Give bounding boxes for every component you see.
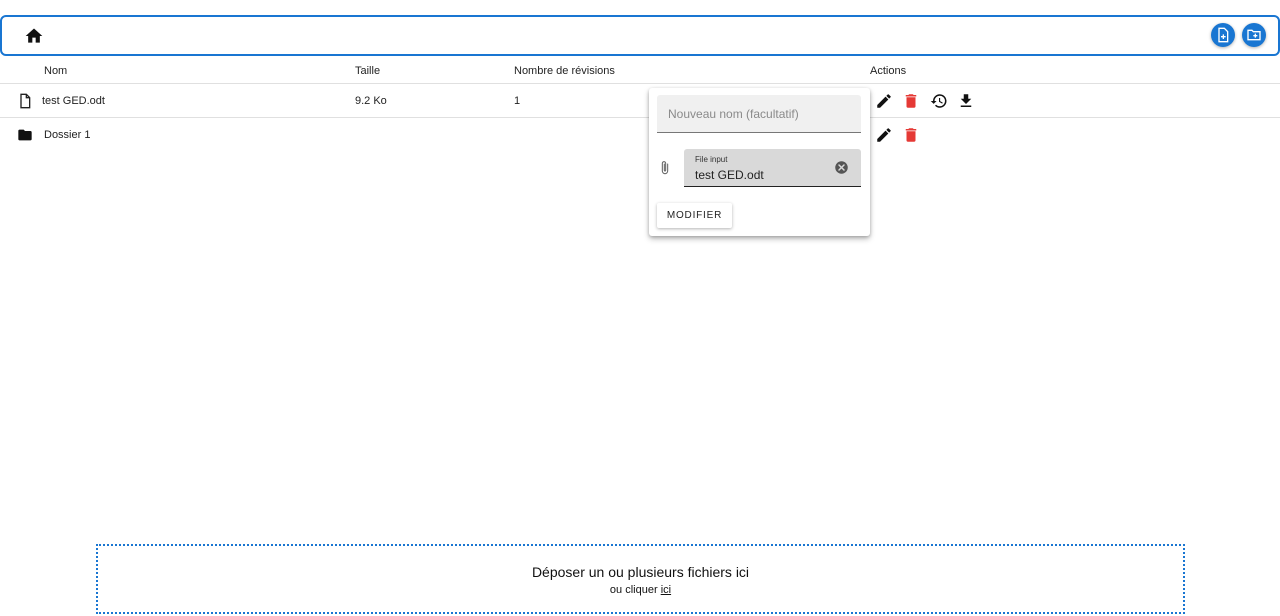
new-file-button[interactable] [1211,23,1235,47]
table-header: Nom Taille Nombre de révisions Actions [0,58,1280,84]
file-dropzone[interactable]: Déposer un ou plusieurs fichiers ici ou … [96,544,1185,614]
column-header-size[interactable]: Taille [355,65,380,77]
dropzone-title: Déposer un ou plusieurs fichiers ici [531,564,750,580]
home-icon[interactable] [24,26,44,46]
modifier-button[interactable]: MODIFIER [657,203,732,228]
file-input-value: test GED.odt [695,168,764,182]
paperclip-icon[interactable] [657,159,673,177]
dropzone-click-link[interactable]: ici [661,584,671,596]
file-icon [17,93,33,109]
folder-plus-icon [1247,29,1261,41]
column-header-name[interactable]: Nom [44,65,67,77]
table-row[interactable]: test GED.odt 9.2 Ko 1 [0,84,1280,118]
delete-icon[interactable] [902,92,920,110]
delete-icon[interactable] [902,126,920,144]
folder-name[interactable]: Dossier 1 [44,129,90,141]
dropzone-subtitle-text: ou cliquer [609,584,658,596]
table-row[interactable]: Dossier 1 [0,118,1280,152]
clear-icon[interactable] [834,160,849,175]
file-input[interactable]: File input test GED.odt [684,149,861,187]
file-name[interactable]: test GED.odt [42,95,105,107]
edit-file-popup: File input test GED.odt MODIFIER [649,88,870,236]
new-name-input[interactable] [657,95,861,133]
file-size: 9.2 Ko [355,95,387,107]
column-header-actions: Actions [870,65,907,77]
folder-icon [17,127,33,143]
file-revisions: 1 [514,95,521,107]
new-folder-button[interactable] [1242,23,1266,47]
dropzone-subtitle: ou cliquer ici [98,584,1183,596]
column-header-revisions[interactable]: Nombre de révisions [514,65,615,77]
download-icon[interactable] [957,92,975,110]
edit-icon[interactable] [875,126,893,144]
history-icon[interactable] [930,92,948,110]
file-input-label: File input [695,155,728,164]
breadcrumb-toolbar [0,15,1280,56]
edit-icon[interactable] [875,92,893,110]
file-table: Nom Taille Nombre de révisions Actions t… [0,58,1280,152]
file-plus-icon [1218,27,1229,43]
